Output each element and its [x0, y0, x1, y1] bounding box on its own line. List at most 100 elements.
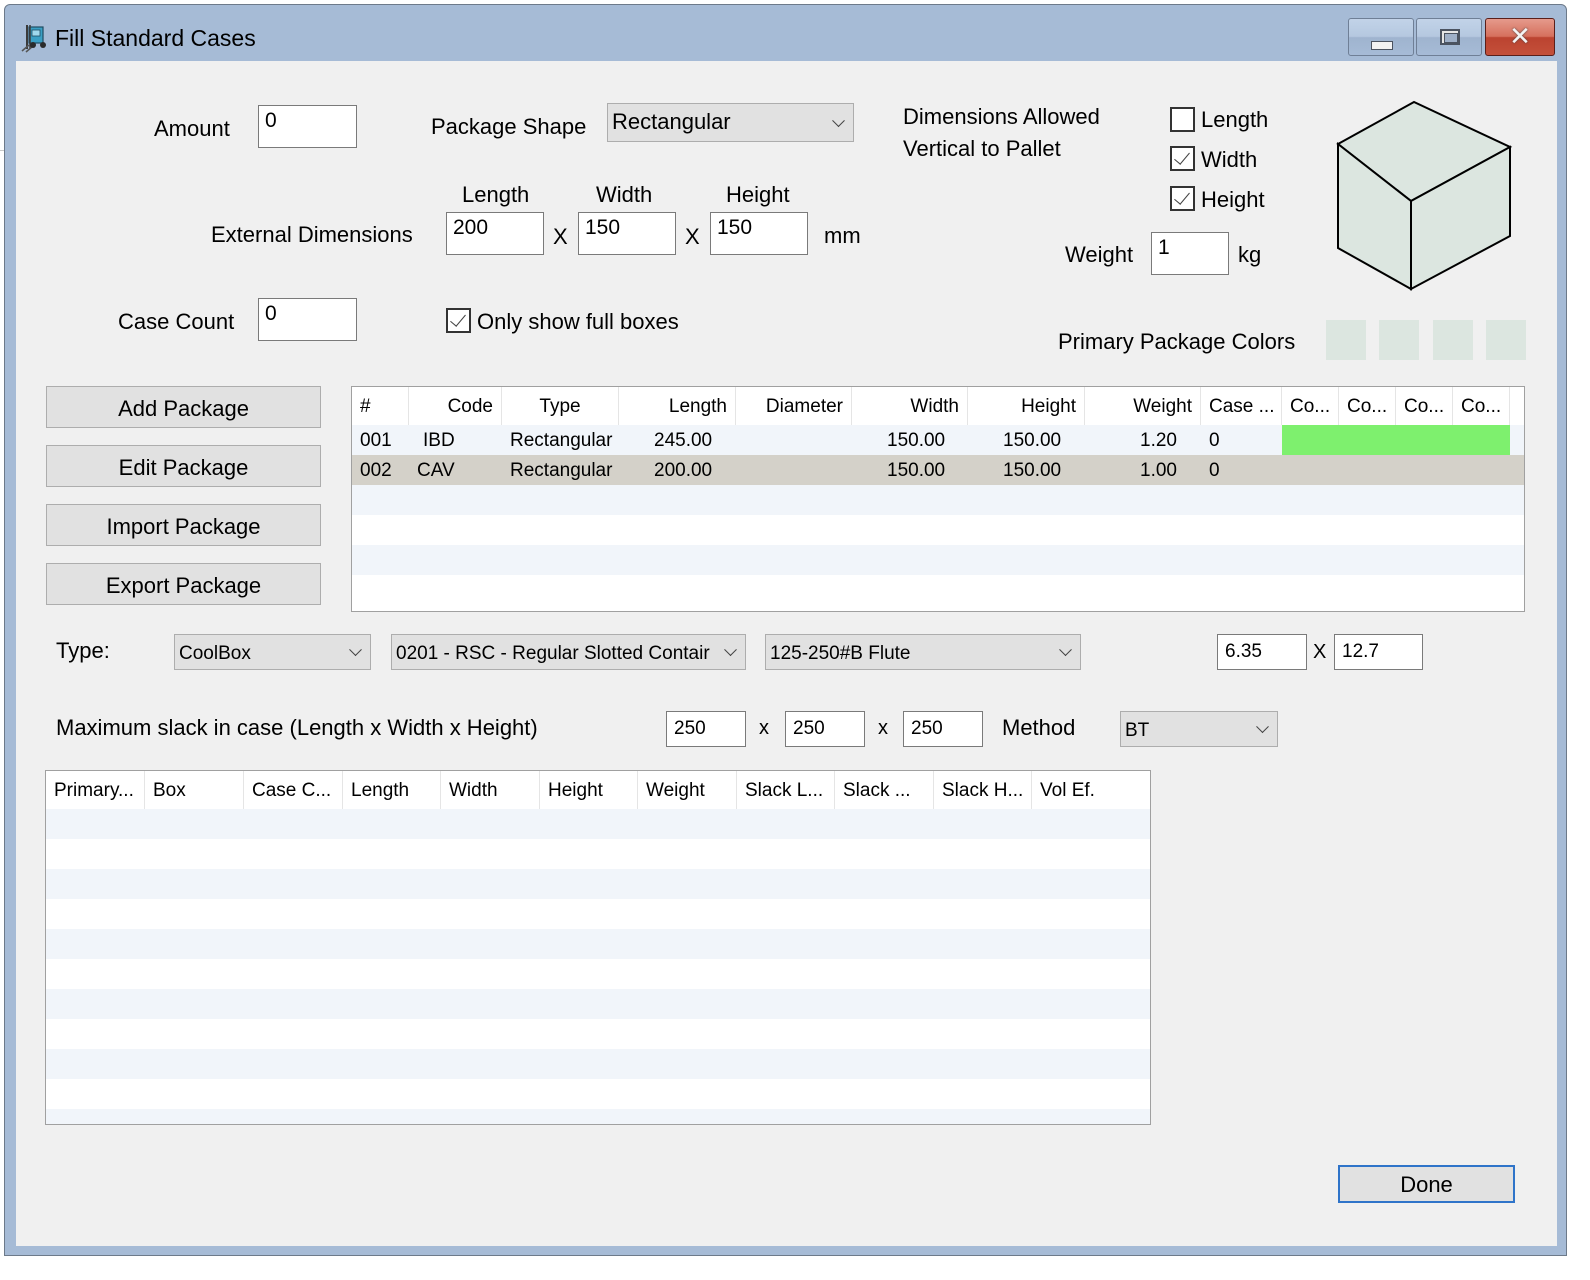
thickness-b-input[interactable]: 12.7 — [1334, 634, 1423, 670]
vertical-length-checkbox[interactable] — [1170, 107, 1195, 132]
checkmark-icon — [1174, 148, 1190, 165]
cell-case-count: 0 — [1209, 460, 1220, 481]
column-header[interactable]: Case C... — [244, 771, 343, 809]
column-header[interactable]: Primary... — [46, 771, 145, 809]
column-header[interactable]: Slack ... — [835, 771, 934, 809]
unit-kg-label: kg — [1238, 242, 1262, 267]
cell-code: CAV — [417, 460, 455, 481]
empty-row — [46, 809, 1150, 839]
method-value: BT — [1125, 720, 1150, 741]
close-button[interactable]: ✕ — [1485, 18, 1555, 56]
column-header[interactable]: Width — [441, 771, 540, 809]
only-full-boxes-checkbox[interactable] — [446, 308, 471, 333]
packages-table: # Code Type Length Diameter Width Height… — [351, 386, 1525, 612]
empty-row — [352, 485, 1524, 515]
column-header[interactable]: Height — [968, 387, 1085, 425]
length-input[interactable]: 200 — [446, 212, 544, 255]
vertical-height-checkbox[interactable] — [1170, 186, 1195, 211]
column-header[interactable]: Case ... — [1201, 387, 1282, 425]
column-header[interactable]: Weight — [638, 771, 737, 809]
column-header[interactable]: Width — [852, 387, 968, 425]
cell-type: Rectangular — [510, 430, 613, 451]
cell-color-swatch — [1282, 425, 1510, 455]
length-header: Length — [462, 182, 530, 207]
box-style-value: 0201 - RSC - Regular Slotted Contair — [396, 643, 710, 664]
width-header: Width — [596, 182, 653, 207]
box-style-select[interactable]: 0201 - RSC - Regular Slotted Contair — [391, 634, 746, 670]
method-select[interactable]: BT — [1120, 711, 1278, 747]
table-row-selected[interactable]: 002 CAV Rectangular 200.00 150.00 150.00… — [352, 455, 1524, 485]
weight-input[interactable]: 1 — [1151, 232, 1229, 275]
height-input[interactable]: 150 — [710, 212, 808, 255]
window-title: Fill Standard Cases — [55, 25, 256, 51]
slack-width-input[interactable]: 250 — [785, 711, 865, 747]
column-header[interactable]: Co... — [1282, 387, 1339, 425]
empty-row — [46, 839, 1150, 869]
column-header[interactable]: Co... — [1453, 387, 1510, 425]
slack-length-input[interactable]: 250 — [666, 711, 746, 747]
method-label: Method — [1002, 715, 1076, 740]
column-header[interactable]: Co... — [1339, 387, 1396, 425]
table-row[interactable]: 001 IBD Rectangular 245.00 150.00 150.00… — [352, 425, 1524, 455]
box-preview-icon — [1336, 100, 1513, 291]
cell-weight: 1.20 — [1140, 430, 1177, 451]
slack-height-input[interactable]: 250 — [903, 711, 983, 747]
done-button[interactable]: Done — [1338, 1165, 1515, 1203]
empty-row — [46, 899, 1150, 929]
cell-diameter — [736, 425, 852, 455]
height-header: Height — [726, 182, 790, 207]
empty-row — [46, 959, 1150, 989]
flute-select[interactable]: 125-250#B Flute — [765, 634, 1081, 670]
import-package-button[interactable]: Import Package — [46, 504, 321, 546]
cell-width: 150.00 — [887, 460, 946, 481]
x-separator: x — [759, 717, 769, 739]
external-dimensions-label: External Dimensions — [211, 222, 413, 247]
column-header[interactable]: Type — [502, 387, 619, 425]
close-icon: ✕ — [1509, 22, 1531, 52]
column-header[interactable]: Code — [409, 387, 502, 425]
case-count-input[interactable]: 0 — [258, 298, 357, 341]
unit-mm-label: mm — [824, 223, 861, 248]
color-swatch[interactable] — [1486, 320, 1526, 360]
minimize-icon — [1371, 41, 1393, 50]
case-count-label: Case Count — [118, 309, 235, 334]
amount-input[interactable]: 0 — [258, 105, 357, 148]
cell-width: 150.00 — [887, 430, 946, 451]
column-header[interactable]: # — [352, 387, 409, 425]
column-header[interactable]: Co... — [1396, 387, 1453, 425]
export-package-button[interactable]: Export Package — [46, 563, 321, 605]
thickness-a-input[interactable]: 6.35 — [1217, 634, 1307, 670]
width-input[interactable]: 150 — [578, 212, 676, 255]
column-header[interactable]: Diameter — [736, 387, 852, 425]
color-swatch[interactable] — [1433, 320, 1473, 360]
vertical-width-checkbox[interactable] — [1170, 146, 1195, 171]
column-header[interactable]: Slack H... — [934, 771, 1032, 809]
add-package-button[interactable]: Add Package — [46, 386, 321, 428]
chevron-down-icon — [1059, 643, 1072, 657]
package-shape-select[interactable]: Rectangular — [607, 103, 854, 142]
column-header[interactable]: Box — [145, 771, 244, 809]
maximize-button[interactable] — [1416, 18, 1482, 56]
edit-package-button[interactable]: Edit Package — [46, 445, 321, 487]
empty-row — [46, 1109, 1150, 1124]
column-header[interactable]: Length — [619, 387, 736, 425]
column-header[interactable]: Vol Ef. — [1032, 771, 1148, 809]
empty-row — [46, 1049, 1150, 1079]
column-header[interactable]: Length — [343, 771, 441, 809]
column-header[interactable]: Slack L... — [737, 771, 835, 809]
chevron-down-icon — [832, 113, 845, 127]
box-type-value: CoolBox — [179, 643, 251, 664]
color-swatch[interactable] — [1326, 320, 1366, 360]
package-shape-value: Rectangular — [612, 109, 731, 134]
x-separator: X — [1313, 641, 1327, 663]
title-bar[interactable]: Fill Standard Cases ✕ — [5, 5, 1566, 61]
color-swatch[interactable] — [1379, 320, 1419, 360]
box-type-select[interactable]: CoolBox — [174, 634, 371, 670]
chevron-down-icon — [1256, 720, 1269, 734]
empty-row — [352, 545, 1524, 575]
cell-diameter — [736, 455, 852, 485]
column-header[interactable]: Height — [540, 771, 638, 809]
column-header[interactable]: Weight — [1085, 387, 1201, 425]
vertical-length-label: Length — [1201, 107, 1269, 132]
minimize-button[interactable] — [1348, 18, 1414, 56]
